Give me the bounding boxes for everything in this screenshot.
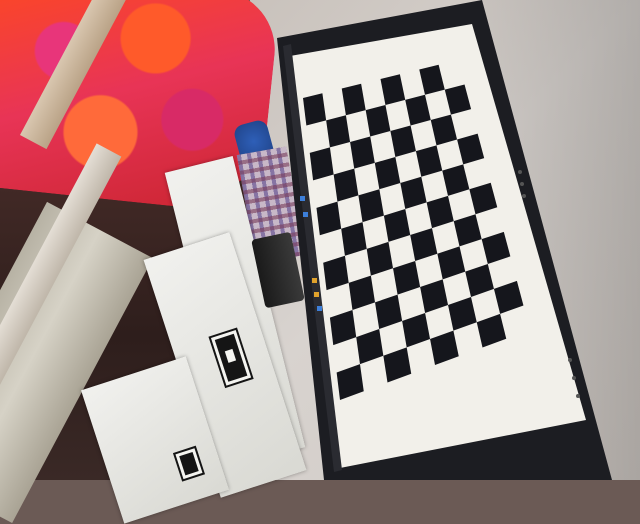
checker-square (326, 115, 351, 148)
taskbar-icon[interactable] (300, 196, 305, 201)
toolbar-dot[interactable] (572, 376, 576, 380)
checker-square (303, 93, 327, 126)
taskbar-icon[interactable] (317, 306, 322, 311)
toolbar-dot[interactable] (522, 194, 526, 198)
taskbar-icon[interactable] (314, 292, 319, 297)
toolbar-dot[interactable] (576, 394, 580, 398)
toolbar-dot[interactable] (518, 170, 522, 174)
taskbar-icon[interactable] (312, 278, 317, 283)
toolbar-dot[interactable] (520, 182, 524, 186)
checker-square (309, 147, 334, 181)
toolbar-dot[interactable] (568, 358, 572, 362)
taskbar-icon[interactable] (303, 212, 308, 217)
monitor (277, 0, 612, 480)
